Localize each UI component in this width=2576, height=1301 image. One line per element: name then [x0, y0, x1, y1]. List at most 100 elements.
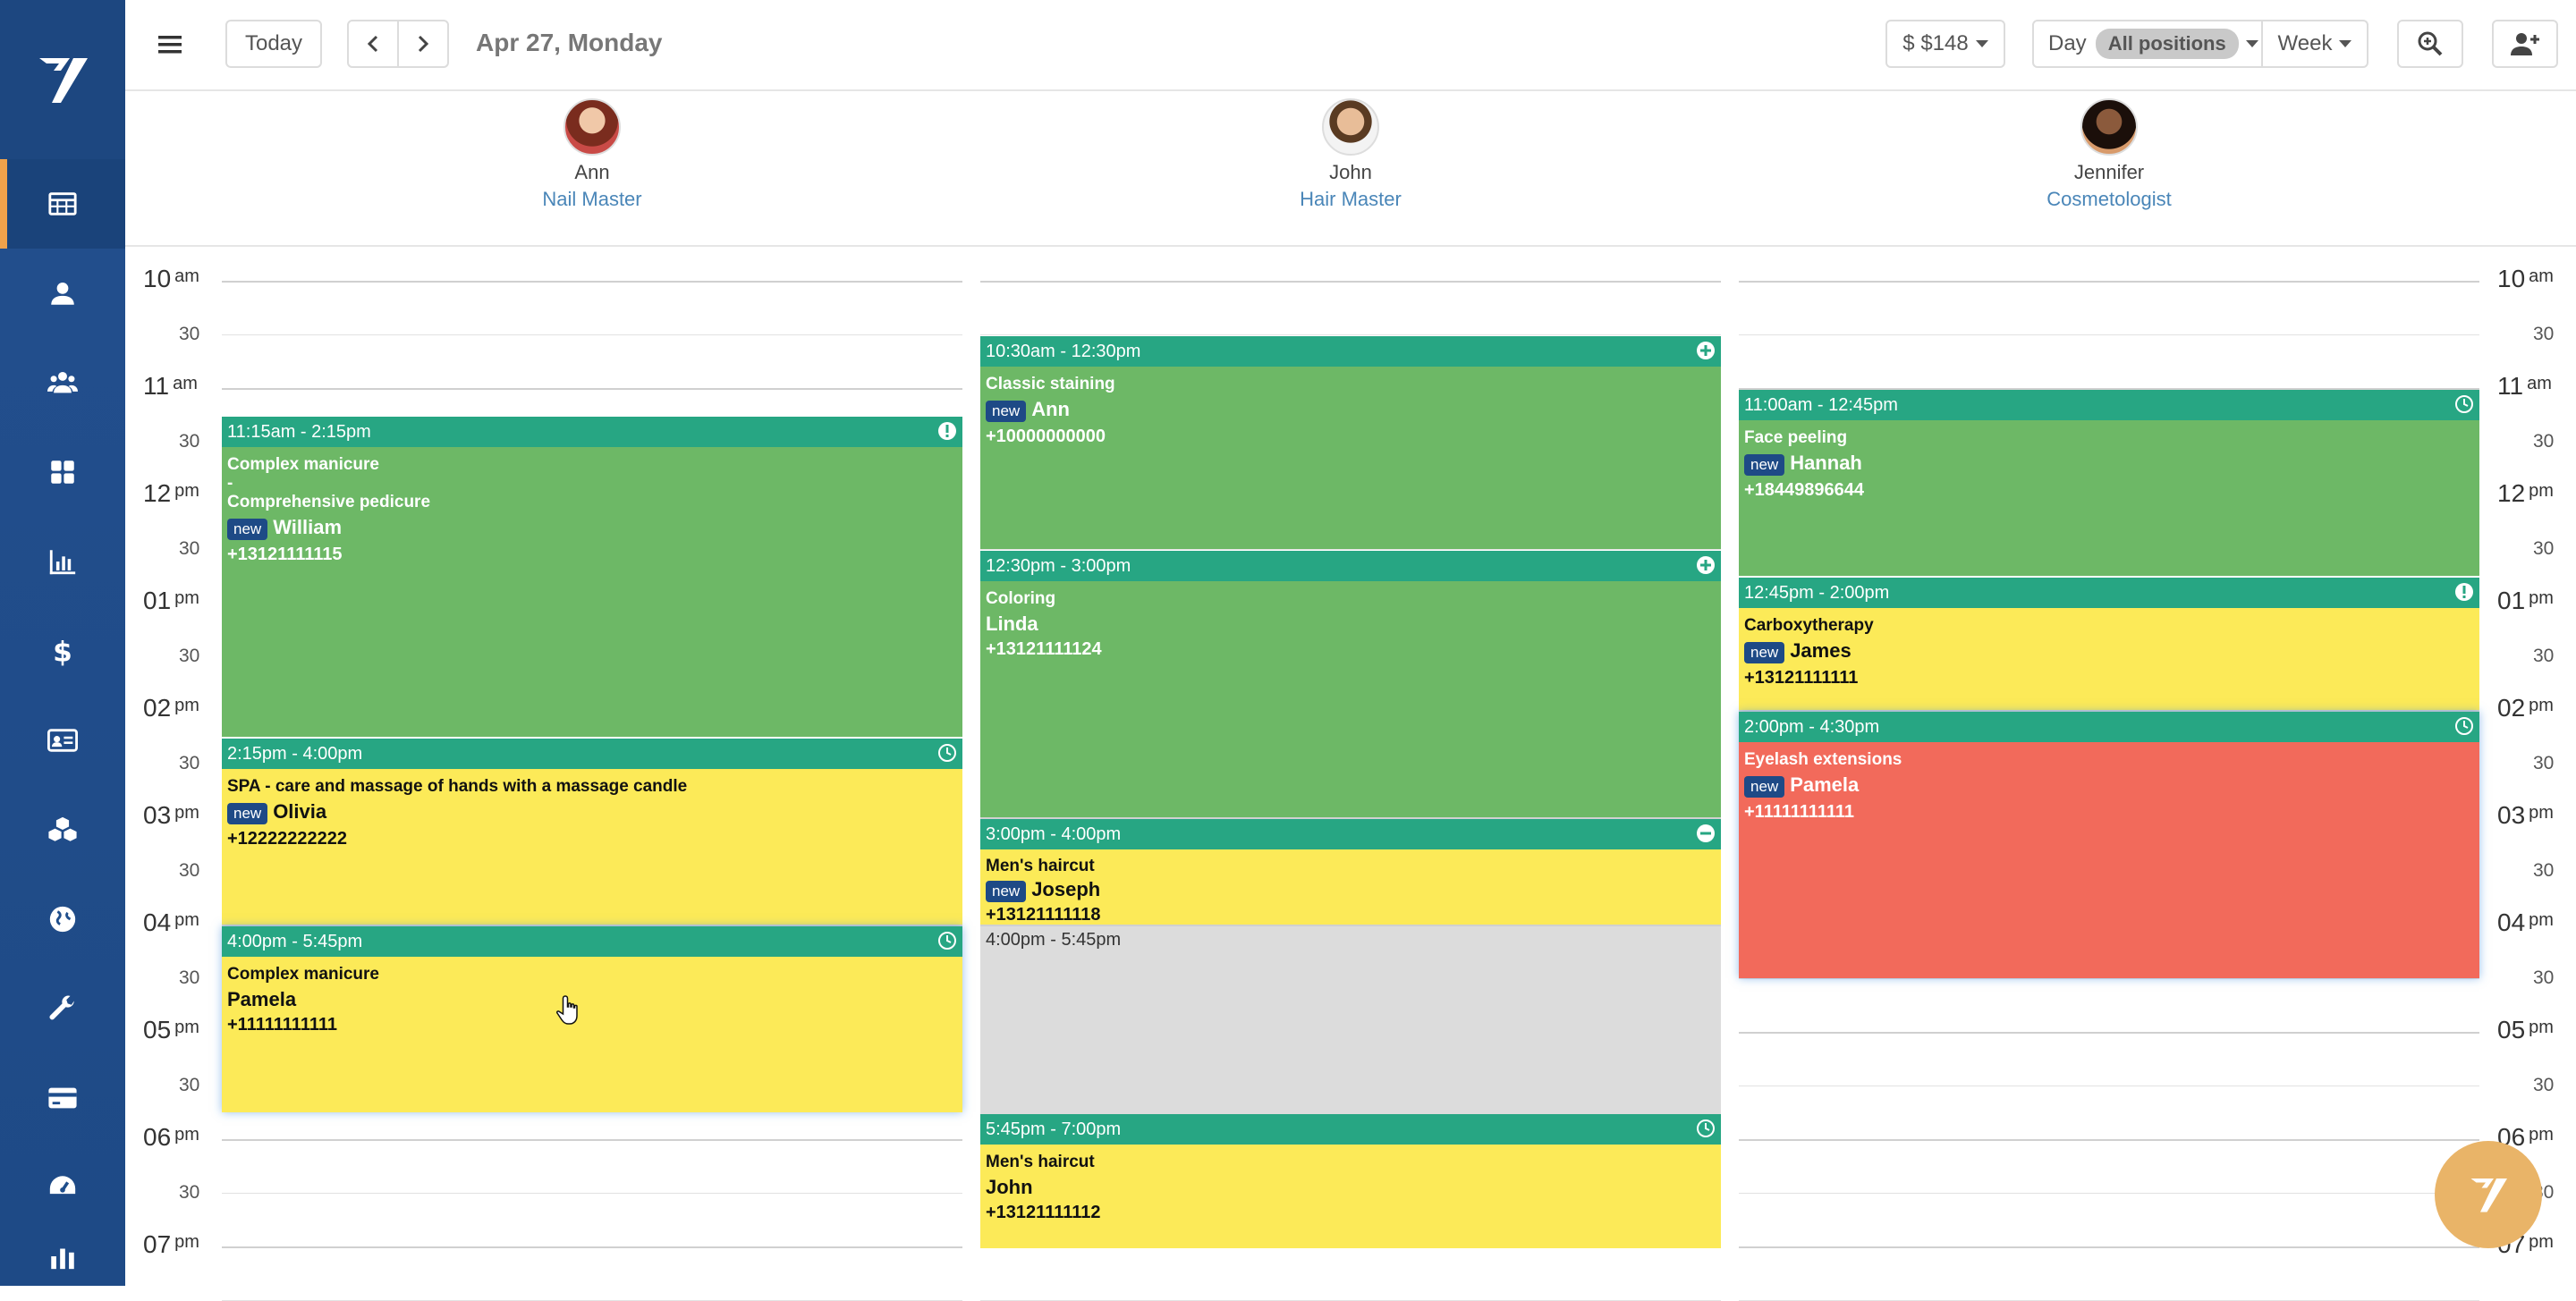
am-pm: pm	[174, 696, 199, 715]
appointment-jennifer-2[interactable]: 12:45pm - 2:00pm Carboxytherapy new James…	[1739, 578, 2479, 710]
sidebar-item-services[interactable]	[0, 427, 125, 517]
appointment-header: 2:15pm - 4:00pm	[222, 739, 962, 769]
exclamation-icon	[938, 422, 956, 440]
hour-label: 02 pm	[143, 694, 199, 722]
appointment-john-2[interactable]: 12:30pm - 3:00pm Coloring Linda +1312111…	[980, 551, 1721, 817]
today-button[interactable]: Today	[225, 20, 322, 68]
staff-jennifer[interactable]: Jennifer Cosmetologist	[1975, 98, 2243, 211]
caret-down-icon	[2245, 40, 2258, 47]
hour-number: 05	[2497, 1016, 2526, 1043]
appointment-john-3[interactable]: 3:00pm - 4:00pm Men's haircut new Joseph …	[980, 819, 1721, 925]
hour-label: 07 pm	[143, 1230, 199, 1259]
plus-icon	[1697, 556, 1715, 574]
sidebar-item-settings[interactable]	[0, 964, 125, 1053]
hour-label: 05 pm	[2497, 1016, 2554, 1044]
staff-john[interactable]: John Hair Master	[1216, 98, 1485, 211]
floating-action-button[interactable]	[2435, 1141, 2542, 1248]
appointment-header: 11:00am - 12:45pm	[1739, 390, 2479, 420]
user-plus-icon	[2511, 33, 2539, 55]
prev-day-button[interactable]	[347, 20, 399, 68]
sidebar-item-finance[interactable]: $	[0, 606, 125, 696]
appointment-ann-3[interactable]: 4:00pm - 5:45pm Complex manicure Pamela …	[222, 926, 962, 1112]
staff-ann[interactable]: Ann Nail Master	[458, 98, 726, 211]
boxes-icon	[48, 816, 77, 841]
sidebar-item-cards[interactable]	[0, 696, 125, 785]
client-name: William	[273, 516, 343, 538]
hour-number: 02	[2497, 694, 2526, 722]
day-label: Day	[2048, 31, 2087, 55]
break-john[interactable]: 4:00pm - 5:45pm	[980, 926, 1721, 1114]
staff-name: Ann	[574, 161, 610, 183]
sidebar-item-reports[interactable]	[0, 517, 125, 606]
sidebar-item-staff[interactable]	[0, 338, 125, 427]
week-label: Week	[2277, 31, 2333, 55]
avatar	[1322, 98, 1379, 156]
menu-button[interactable]	[147, 21, 193, 68]
wrench-icon	[49, 995, 74, 1020]
half-hour-label: 30	[2533, 646, 2555, 666]
staff-position: Cosmetologist	[2046, 188, 2172, 210]
logo-icon	[2470, 1179, 2507, 1212]
hour-label: 12 pm	[2497, 479, 2554, 508]
half-hour-label: 30	[179, 646, 200, 666]
half-hour-line	[222, 334, 962, 335]
chevron-right-icon	[418, 35, 429, 53]
users-icon	[47, 371, 78, 393]
hour-number: 07	[143, 1230, 172, 1258]
clock-icon	[938, 744, 956, 762]
zoom-in-icon	[2418, 31, 2443, 56]
hour-label: 01 pm	[2497, 587, 2554, 615]
day-positions-dropdown[interactable]: Day All positions	[2032, 20, 2263, 68]
sidebar-item-clients[interactable]	[0, 249, 125, 338]
zoom-button[interactable]	[2397, 20, 2463, 68]
clock-icon	[2455, 717, 2473, 735]
dollar-icon: $	[53, 636, 72, 666]
sidebar-item-calendar[interactable]	[0, 159, 125, 249]
appointment-jennifer-3[interactable]: 2:00pm - 4:30pm Eyelash extensions new Pa…	[1739, 712, 2479, 978]
am-pm: pm	[174, 588, 199, 608]
am-pm: pm	[2529, 696, 2554, 715]
hour-label: 11 am	[143, 372, 198, 401]
app-logo[interactable]	[0, 0, 125, 159]
top-toolbar: Today Apr 27, Monday $ $148 Day All posi…	[125, 0, 2576, 91]
appointment-ann-1[interactable]: 11:15am - 2:15pm Complex manicure - Comp…	[222, 417, 962, 737]
add-staff-button[interactable]	[2492, 20, 2558, 68]
appointment-john-4[interactable]: 5:45pm - 7:00pm Men's haircut John +1312…	[980, 1114, 1721, 1248]
appointment-ann-2[interactable]: 2:15pm - 4:00pm SPA - care and massage o…	[222, 739, 962, 925]
appointment-jennifer-1[interactable]: 11:00am - 12:45pm Face peeling new Hannah…	[1739, 390, 2479, 576]
appointment-john-1[interactable]: 10:30am - 12:30pm Classic staining new An…	[980, 336, 1721, 549]
sidebar-item-inventory[interactable]	[0, 785, 125, 874]
half-hour-label: 30	[179, 1182, 200, 1203]
sidebar-item-dashboard[interactable]	[0, 1143, 125, 1232]
hour-line	[980, 281, 1721, 283]
half-hour-label: 30	[179, 538, 200, 559]
appointment-time: 3:00pm - 4:00pm	[986, 824, 1122, 844]
service-name: Men's haircut	[986, 857, 1095, 875]
half-hour-label: 30	[2533, 1075, 2555, 1095]
service-separator: -	[227, 474, 233, 493]
hamburger-icon	[158, 36, 182, 54]
service-name: SPA - care and massage of hands with a m…	[227, 777, 688, 796]
minus-icon	[1697, 824, 1715, 842]
am-pm: pm	[2529, 910, 2554, 930]
next-day-button[interactable]	[397, 20, 449, 68]
client-phone: +11111111111	[1744, 802, 1854, 822]
am-pm: pm	[174, 1232, 199, 1252]
client-name: Hannah	[1790, 452, 1862, 474]
hour-label: 01 pm	[143, 587, 199, 615]
sidebar-item-billing[interactable]	[0, 1053, 125, 1143]
half-hour-label: 30	[179, 967, 200, 988]
break-time: 4:00pm - 5:45pm	[986, 930, 1122, 950]
revenue-dropdown[interactable]: $ $148	[1885, 20, 2005, 68]
week-dropdown[interactable]: Week	[2261, 20, 2368, 68]
half-hour-line	[1739, 978, 2479, 979]
hour-number: 10	[143, 265, 172, 292]
client-phone: +18449896644	[1744, 480, 1865, 500]
hour-number: 01	[2497, 587, 2526, 614]
sidebar-item-online[interactable]	[0, 874, 125, 964]
appointment-header: 10:30am - 12:30pm	[980, 336, 1721, 367]
half-hour-line	[1739, 1193, 2479, 1194]
hour-number: 11	[143, 372, 170, 400]
appointment-time: 10:30am - 12:30pm	[986, 342, 1141, 361]
hour-label: 06 pm	[143, 1123, 199, 1152]
